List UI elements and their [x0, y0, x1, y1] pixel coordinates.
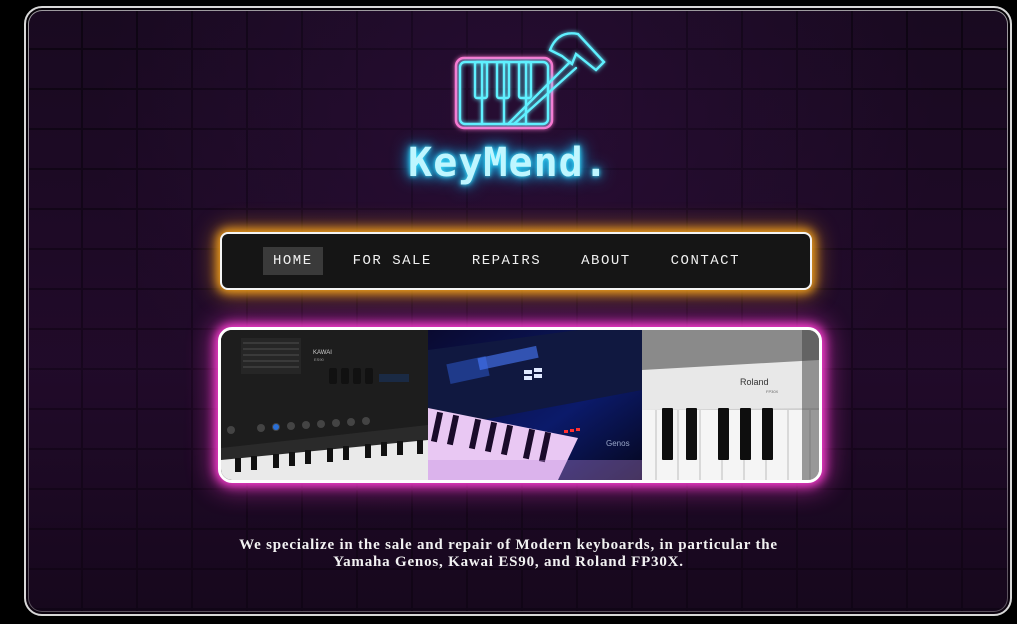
genos-brand-mark: Genos [606, 439, 630, 448]
yamaha-genos-photo: Genos [428, 330, 642, 480]
kawai-brand-mark: KAWAI [313, 350, 332, 356]
brand-wordmark[interactable]: KeyMend. [0, 140, 1017, 186]
kawai-es90-photo: KAWAI ES90 [221, 330, 428, 480]
main-navigation: HOME FOR SALE REPAIRS ABOUT CONTACT [220, 232, 812, 290]
keyboard-gallery: KAWAI ES90 Genos Roland FP30X [218, 327, 822, 483]
roland-fp30x-photo: Roland FP30X [642, 330, 819, 480]
nav-for-sale[interactable]: FOR SALE [343, 247, 442, 275]
intro-caption: We specialize in the sale and repair of … [0, 537, 1017, 571]
caption-line-1: We specialize in the sale and repair of … [239, 537, 778, 553]
nav-home[interactable]: HOME [263, 247, 323, 275]
caption-line-2: Yamaha Genos, Kawai ES90, and Roland FP3… [333, 554, 684, 570]
roland-brand-mark: Roland [740, 377, 769, 387]
nav-about[interactable]: ABOUT [571, 247, 641, 275]
piano-hammer-icon [454, 32, 606, 130]
nav-repairs[interactable]: REPAIRS [462, 247, 551, 275]
roland-model-mark: FP30X [766, 389, 779, 394]
nav-contact[interactable]: CONTACT [661, 247, 750, 275]
kawai-model-mark: ES90 [314, 357, 325, 362]
